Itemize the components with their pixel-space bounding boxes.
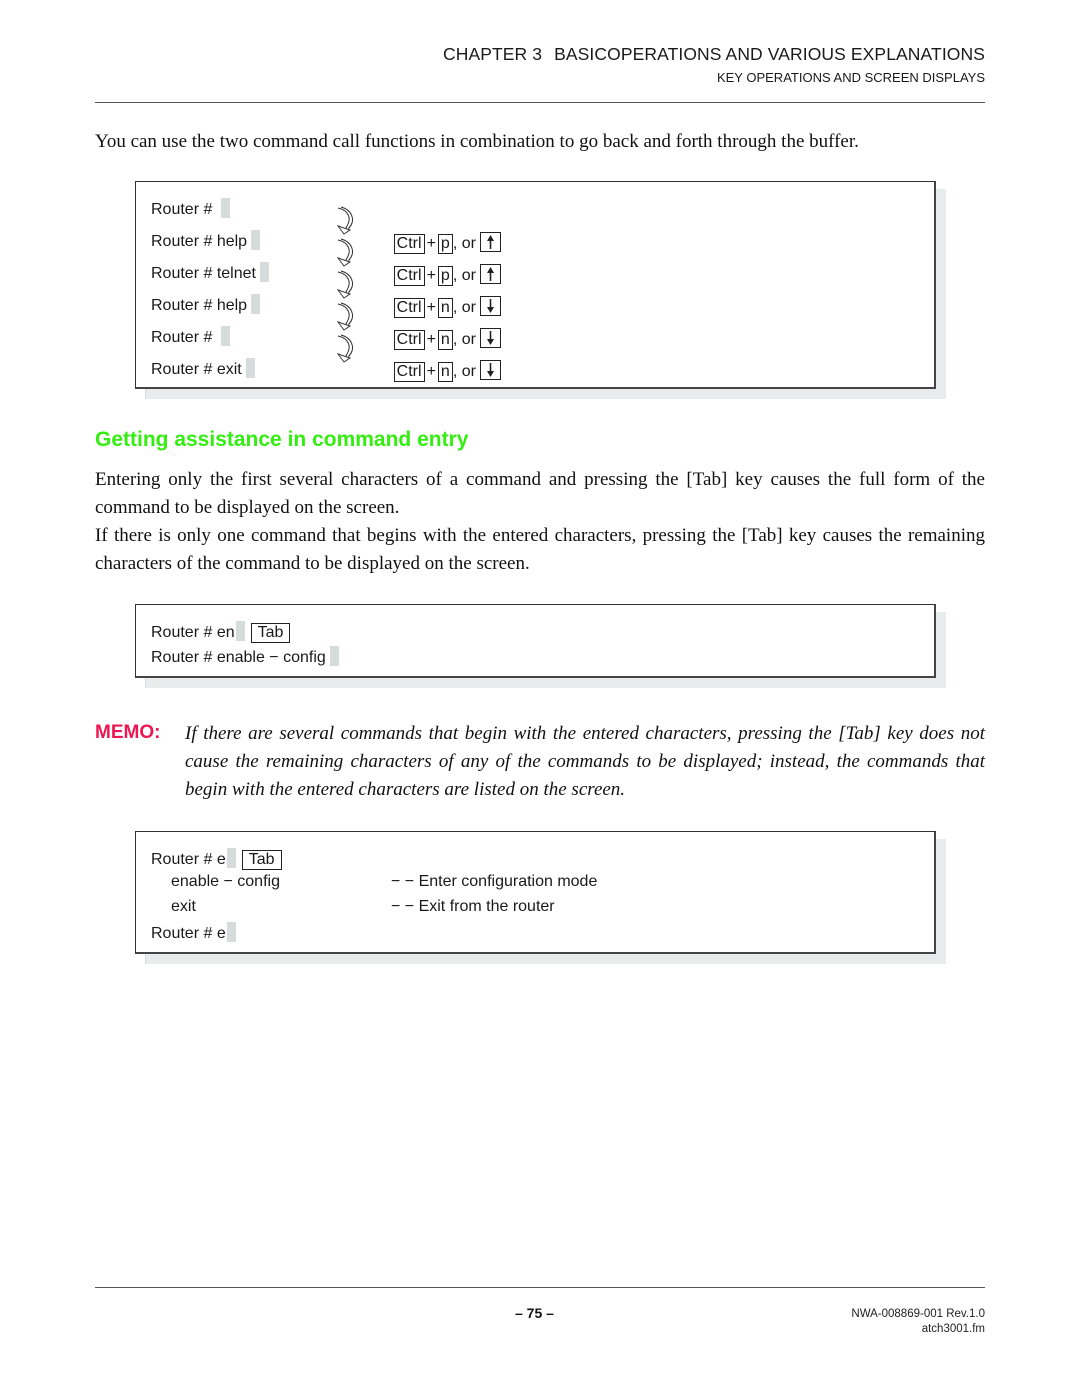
command-name: enable − config <box>171 873 280 890</box>
section-heading: Getting assistance in command entry <box>95 428 469 451</box>
cursor-block <box>251 294 261 314</box>
cursor-block <box>329 646 339 666</box>
page-number: – 75 – <box>515 1305 554 1321</box>
prompt-line: Router # e <box>151 922 236 943</box>
section-title: KEY OPERATIONS AND SCREEN DISPLAYS <box>716 70 985 85</box>
cursor-block <box>220 326 230 346</box>
curved-arrow-icon <box>336 334 353 363</box>
memo-label: MEMO: <box>95 722 161 743</box>
footer-divider <box>95 1287 985 1288</box>
prompt-line: Router # <box>151 198 230 219</box>
cursor-block <box>245 358 255 378</box>
ctrl-key: Ctrl <box>393 362 425 382</box>
chapter-number: CHAPTER 3 <box>442 44 543 64</box>
file-name: atch3001.fm <box>921 1323 985 1335</box>
cursor-block <box>259 262 269 282</box>
curved-arrow-icon <box>336 270 353 299</box>
tab-key: Tab <box>250 623 291 643</box>
curved-arrow-icons <box>336 206 353 363</box>
down-arrow-icon <box>479 360 501 380</box>
cursor-block <box>226 922 236 942</box>
memo-text: If there are several commands that begin… <box>185 723 985 800</box>
command-description: − − Exit from the router <box>391 898 555 915</box>
cursor-block <box>226 848 236 868</box>
page-header: CHAPTER 3 BASICOPERATIONS AND VARIOUS EXP… <box>443 44 985 85</box>
command-description: − − Enter configuration mode <box>391 873 598 890</box>
listing-example-box: Router # e Tab enable − config − − Enter … <box>135 831 946 964</box>
prompt-line: Router # help <box>151 230 261 251</box>
cursor-block <box>235 621 245 641</box>
chapter-name: BASICOPERATIONS AND VARIOUS EXPLANATIONS <box>554 44 985 64</box>
header-divider <box>95 102 985 103</box>
cursor-block <box>220 198 230 218</box>
prompt-line: Router # enable − config <box>151 646 339 667</box>
prompt-line: Router # telnet <box>151 262 269 283</box>
tab-paragraph-2: If there is only one command that begins… <box>95 525 985 574</box>
doc-number: NWA-008869-001 Rev.1.0 <box>851 1308 985 1320</box>
curved-arrow-icon <box>336 302 353 331</box>
prompt-line: Router # exit <box>151 358 255 379</box>
tab-paragraph-1: Entering only the first several characte… <box>95 469 985 518</box>
box-frame: Router # en Tab Router # enable − config <box>135 604 936 678</box>
completion-example-box: Router # en Tab Router # enable − config <box>135 604 946 688</box>
chapter-title: CHAPTER 3 BASICOPERATIONS AND VARIOUS EXP… <box>443 44 985 65</box>
prompt-line: Router # <box>151 326 230 347</box>
cursor-block <box>251 230 261 250</box>
prompt-line: Router # help <box>151 294 261 315</box>
intro-paragraph: You can use the two command call functio… <box>95 131 859 152</box>
n-key: n <box>437 362 453 382</box>
key-combo: Ctrl + n, or <box>367 342 501 400</box>
prompt-line: Router # e Tab <box>151 848 282 870</box>
curved-arrow-icon <box>336 206 353 235</box>
command-name: exit <box>171 898 196 915</box>
buffer-example-box: Router # Router # help Router # telnet R… <box>135 181 946 399</box>
tab-key: Tab <box>241 850 282 870</box>
curved-arrow-icon <box>336 238 353 267</box>
box-frame: Router # e Tab enable − config − − Enter … <box>135 831 936 954</box>
document-id: NWA-008869-001 Rev.1.0 atch3001.fm <box>851 1307 985 1337</box>
prompt-line: Router # en Tab <box>151 621 291 643</box>
box-frame: Router # Router # help Router # telnet R… <box>135 181 936 389</box>
